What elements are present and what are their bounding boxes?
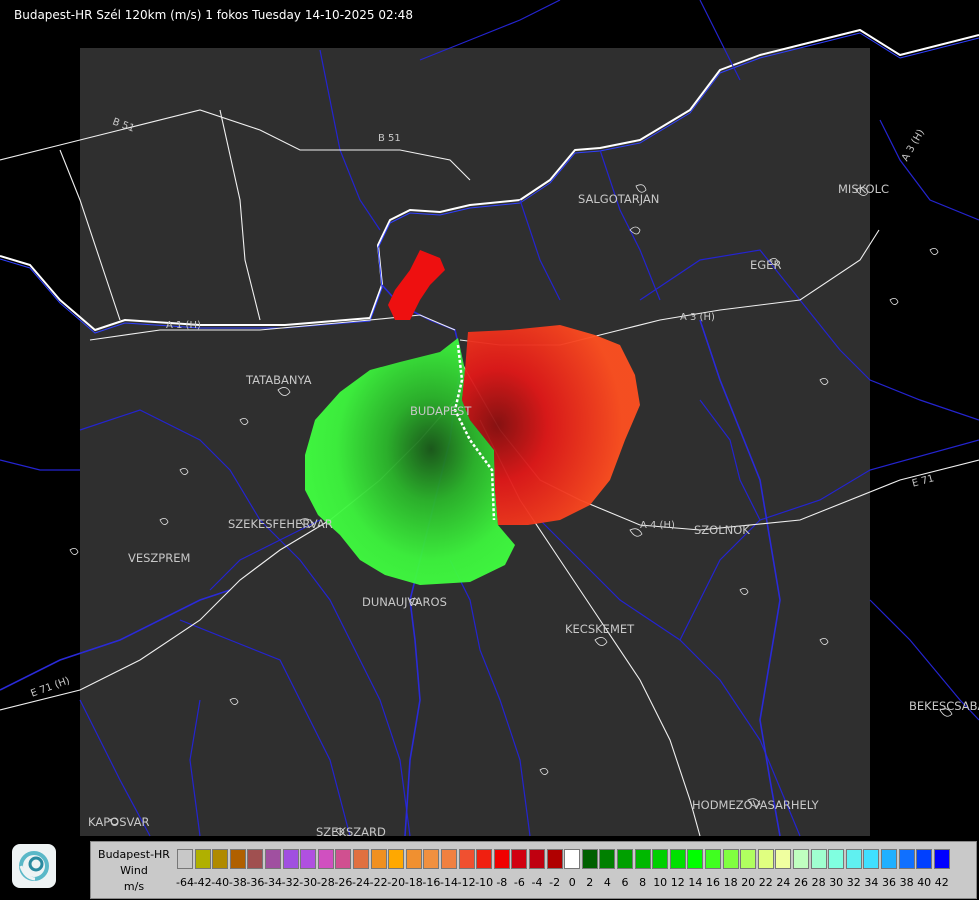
- city-label: SZEKESFEHERVAR: [228, 517, 333, 531]
- legend-swatch: [652, 849, 669, 869]
- legend-swatch: [933, 849, 950, 869]
- legend-swatch: [669, 849, 686, 869]
- legend-swatch: [916, 849, 933, 869]
- legend-swatch: [793, 849, 809, 869]
- legend-swatch: [581, 849, 598, 869]
- city-label: BUDAPEST: [410, 404, 472, 418]
- legend-swatch: [458, 849, 475, 869]
- city-label: TATABANYA: [246, 373, 312, 387]
- legend-swatch: [863, 849, 880, 869]
- legend-swatch: [317, 849, 334, 869]
- legend-swatch: [722, 849, 739, 869]
- radar-map: [0, 0, 979, 900]
- legend-swatch: [282, 849, 299, 869]
- legend-swatch: [740, 849, 757, 869]
- legend-swatch: [810, 849, 827, 869]
- legend-swatch: [705, 849, 721, 869]
- legend-swatch: [828, 849, 845, 869]
- service-logo: [12, 844, 56, 888]
- city-label: HODMEZOVASARHELY: [692, 798, 819, 812]
- legend-swatch: [845, 849, 862, 869]
- legend-product: Budapest-HR: [98, 848, 170, 861]
- legend-swatch: [881, 849, 897, 869]
- legend-swatch: [599, 849, 616, 869]
- legend-swatch: [775, 849, 792, 869]
- legend-swatch: [388, 849, 405, 869]
- legend-swatch: [634, 849, 651, 869]
- legend-swatch: [229, 849, 246, 869]
- legend-swatch: [335, 849, 352, 869]
- road-label: A 1 (H): [166, 320, 201, 331]
- legend-swatch: [247, 849, 264, 869]
- legend-swatch: [476, 849, 493, 869]
- legend-swatch: [511, 849, 528, 869]
- legend-swatch: [194, 849, 211, 869]
- legend-swatch: [546, 849, 563, 869]
- legend-swatch: [564, 849, 581, 869]
- legend-swatch: [177, 849, 193, 869]
- legend-tick-label: 42: [934, 876, 949, 889]
- road-label: A 3 (H): [680, 312, 715, 323]
- map-title: Budapest-HR Szél 120km (m/s) 1 fokos Tue…: [14, 8, 413, 22]
- city-label: SZEKSZARD: [316, 825, 386, 839]
- city-label: KAPOSVAR: [88, 815, 150, 829]
- legend-swatch: [353, 849, 369, 869]
- road-label: B 51: [378, 133, 401, 144]
- city-label: BEKESCSABA: [909, 699, 979, 713]
- city-label: DUNAUJVAROS: [362, 595, 447, 609]
- legend-swatch: [898, 849, 915, 869]
- legend-swatch: [265, 849, 281, 869]
- legend-swatch: [687, 849, 704, 869]
- legend-swatch: [529, 849, 545, 869]
- legend-unit: m/s: [123, 880, 145, 893]
- city-label: SALGOTARJAN: [578, 192, 660, 206]
- legend-quantity: Wind: [120, 864, 148, 877]
- legend-swatch: [300, 849, 317, 869]
- color-legend: Budapest-HR Wind m/s -64 -42 -40 -38 -36 -34-…: [90, 841, 977, 899]
- legend-swatch: [423, 849, 440, 869]
- city-label: EGER: [750, 258, 782, 272]
- legend-swatch: [370, 849, 387, 869]
- road-label: A 4 (H): [640, 520, 675, 531]
- city-label: VESZPREM: [128, 551, 191, 565]
- city-label: KECSKEMET: [565, 622, 635, 636]
- legend-swatch: [441, 849, 457, 869]
- swirl-icon: [19, 851, 49, 881]
- city-label: SZOLNOK: [694, 523, 750, 537]
- legend-swatch: [405, 849, 422, 869]
- legend-swatch: [493, 849, 510, 869]
- legend-swatch: [212, 849, 229, 869]
- legend-swatch: [617, 849, 633, 869]
- city-label: MISKOLC: [838, 182, 890, 196]
- legend-swatch: [757, 849, 774, 869]
